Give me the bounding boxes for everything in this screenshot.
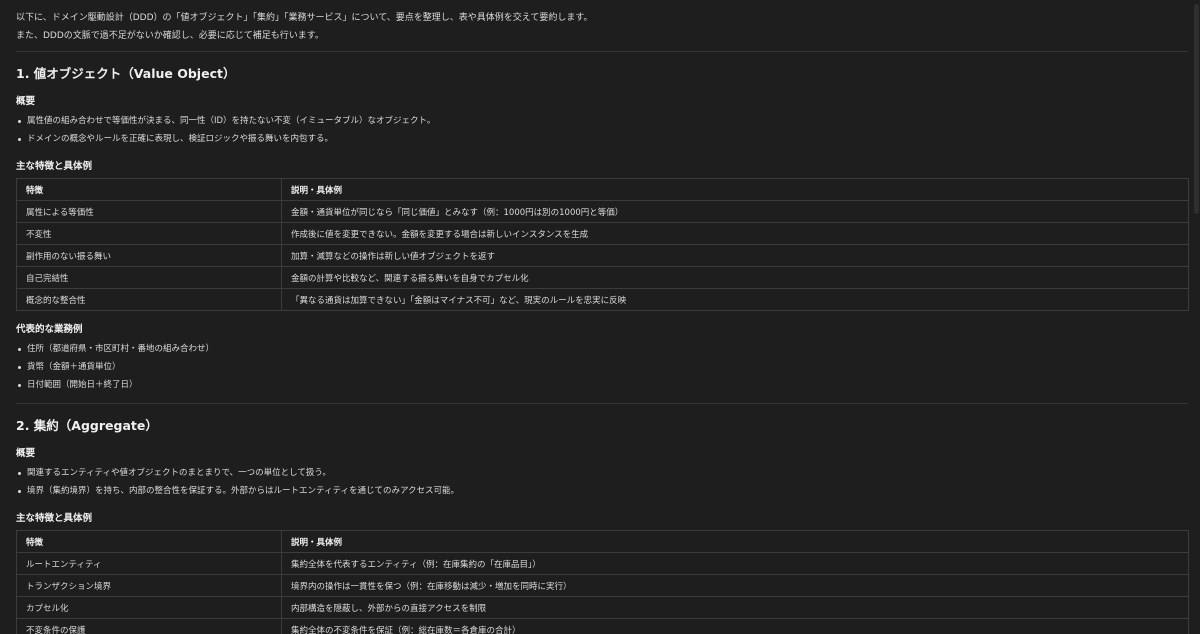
table-cell: ルートエンティティ bbox=[16, 552, 282, 575]
section-title-value-object: 1. 値オブジェクト（Value Object） bbox=[16, 66, 236, 81]
table-cell: 金額の計算や比較など、関連する振る舞いを自身でカプセル化 bbox=[281, 266, 1189, 289]
list-item: 住所（都道府県・市区町村・番地の組み合わせ） bbox=[16, 340, 1188, 358]
examples-heading: 代表的な業務例 bbox=[16, 324, 83, 335]
list-item: 貨幣（金額＋通貨単位） bbox=[16, 358, 1188, 376]
table-cell: 境界内の操作は一貫性を保つ（例：在庫移動は減少・増加を同時に実行） bbox=[281, 574, 1189, 597]
list-item: 日付範囲（開始日＋終了日） bbox=[16, 376, 1188, 394]
section-title-aggregate: 2. 集約（Aggregate） bbox=[16, 418, 158, 433]
overview-list: 属性値の組み合わせで等価性が決まる、同一性（ID）を持たない不変（イミュータブル… bbox=[16, 112, 1188, 148]
table-header-row: 特徴 説明・具体例 bbox=[16, 178, 1189, 201]
table-cell: 「異なる通貨は加算できない」「金額はマイナス不可」など、現実のルールを忠実に反映 bbox=[281, 288, 1189, 311]
features-table: 特徴 説明・具体例 属性による等価性 金額・通貨単位が同じなら「同じ価値」とみな… bbox=[16, 178, 1189, 311]
overview-list: 関連するエンティティや値オブジェクトのまとまりで、一つの単位として扱う。 境界（… bbox=[16, 464, 1188, 500]
table-row: 属性による等価性 金額・通貨単位が同じなら「同じ価値」とみなす（例：1000円は… bbox=[16, 200, 1189, 223]
table-header-cell: 特徴 bbox=[16, 530, 282, 553]
table-cell: 不変性 bbox=[16, 222, 282, 245]
table-row: 不変性 作成後に値を変更できない。金額を変更する場合は新しいインスタンスを生成 bbox=[16, 222, 1189, 245]
table-row: 不変条件の保護 集約全体の不変条件を保証（例：総在庫数＝各倉庫の合計） bbox=[16, 618, 1189, 634]
intro-line: 以下に、ドメイン駆動設計（DDD）の「値オブジェクト」「集約」「業務サービス」に… bbox=[16, 13, 593, 23]
list-item: 属性値の組み合わせで等価性が決まる、同一性（ID）を持たない不変（イミュータブル… bbox=[16, 112, 1188, 130]
scrollbar-thumb[interactable] bbox=[1194, 4, 1199, 214]
table-row: 概念的な整合性 「異なる通貨は加算できない」「金額はマイナス不可」など、現実のル… bbox=[16, 288, 1189, 311]
table-cell: 集約全体の不変条件を保証（例：総在庫数＝各倉庫の合計） bbox=[281, 618, 1189, 634]
intro-line: また、DDDの文脈で過不足がないか確認し、必要に応じて補足も行います。 bbox=[16, 31, 324, 41]
features-heading: 主な特徴と具体例 bbox=[16, 513, 93, 524]
divider bbox=[16, 51, 1188, 52]
table-cell: 自己完結性 bbox=[16, 266, 282, 289]
table-cell: 作成後に値を変更できない。金額を変更する場合は新しいインスタンスを生成 bbox=[281, 222, 1189, 245]
table-cell: トランザクション境界 bbox=[16, 574, 282, 597]
features-table: 特徴 説明・具体例 ルートエンティティ 集約全体を代表するエンティティ（例：在庫… bbox=[16, 530, 1189, 634]
chat-response-content: 以下に、ドメイン駆動設計（DDD）の「値オブジェクト」「集約」「業務サービス」に… bbox=[16, 0, 1189, 634]
divider bbox=[16, 403, 1188, 404]
table-cell: 不変条件の保護 bbox=[16, 618, 282, 634]
table-cell: 加算・減算などの操作は新しい値オブジェクトを返す bbox=[281, 244, 1189, 267]
overview-heading: 概要 bbox=[16, 96, 36, 107]
features-heading: 主な特徴と具体例 bbox=[16, 161, 93, 172]
overview-heading: 概要 bbox=[16, 448, 36, 459]
list-item: 境界（集約境界）を持ち、内部の整合性を保証する。外部からはルートエンティティを通… bbox=[16, 482, 1188, 500]
table-header-row: 特徴 説明・具体例 bbox=[16, 530, 1189, 553]
table-row: 自己完結性 金額の計算や比較など、関連する振る舞いを自身でカプセル化 bbox=[16, 266, 1189, 289]
vertical-scrollbar[interactable] bbox=[1192, 0, 1200, 634]
list-item: 関連するエンティティや値オブジェクトのまとまりで、一つの単位として扱う。 bbox=[16, 464, 1188, 482]
list-item: ドメインの概念やルールを正確に表現し、検証ロジックや振る舞いを内包する。 bbox=[16, 130, 1188, 148]
table-row: 副作用のない振る舞い 加算・減算などの操作は新しい値オブジェクトを返す bbox=[16, 244, 1189, 267]
table-cell: 内部構造を隠蔽し、外部からの直接アクセスを制限 bbox=[281, 596, 1189, 619]
table-row: トランザクション境界 境界内の操作は一貫性を保つ（例：在庫移動は減少・増加を同時… bbox=[16, 574, 1189, 597]
table-cell: 副作用のない振る舞い bbox=[16, 244, 282, 267]
table-header-cell: 説明・具体例 bbox=[281, 178, 1189, 201]
table-row: カプセル化 内部構造を隠蔽し、外部からの直接アクセスを制限 bbox=[16, 596, 1189, 619]
table-cell: 金額・通貨単位が同じなら「同じ価値」とみなす（例：1000円は別の1000円と等… bbox=[281, 200, 1189, 223]
table-cell: カプセル化 bbox=[16, 596, 282, 619]
table-header-cell: 説明・具体例 bbox=[281, 530, 1189, 553]
table-cell: 集約全体を代表するエンティティ（例：在庫集約の「在庫品目」） bbox=[281, 552, 1189, 575]
examples-list: 住所（都道府県・市区町村・番地の組み合わせ） 貨幣（金額＋通貨単位） 日付範囲（… bbox=[16, 340, 1188, 394]
table-cell: 概念的な整合性 bbox=[16, 288, 282, 311]
table-cell: 属性による等価性 bbox=[16, 200, 282, 223]
table-row: ルートエンティティ 集約全体を代表するエンティティ（例：在庫集約の「在庫品目」） bbox=[16, 552, 1189, 575]
table-header-cell: 特徴 bbox=[16, 178, 282, 201]
intro-paragraph: 以下に、ドメイン駆動設計（DDD）の「値オブジェクト」「集約」「業務サービス」に… bbox=[16, 9, 1188, 45]
